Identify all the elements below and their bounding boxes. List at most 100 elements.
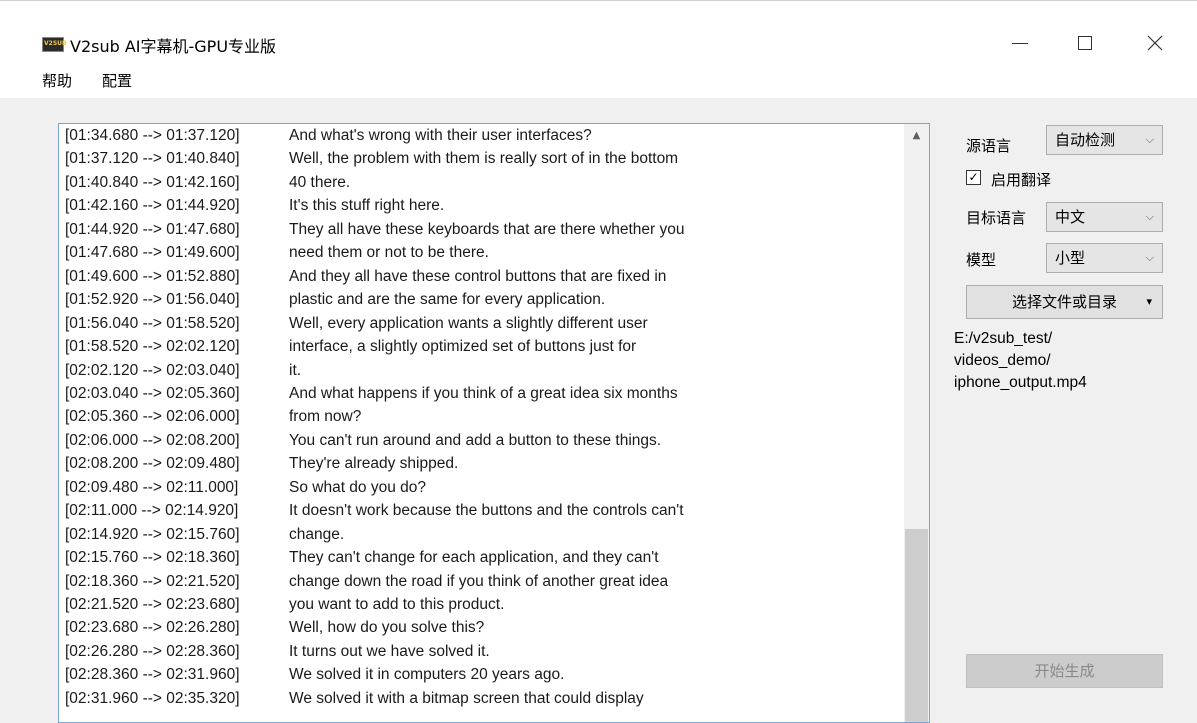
log-timestamp: [01:37.120 --> 01:40.840] — [65, 150, 240, 168]
log-line: [01:34.680 --> 01:37.120] And what's wron… — [65, 125, 592, 147]
log-timestamp: [01:44.920 --> 01:47.680] — [65, 220, 240, 238]
log-timestamp: [01:56.040 --> 01:58.520] — [65, 314, 240, 332]
log-text: And what happens if you think of a great… — [289, 384, 678, 402]
log-line: [01:44.920 --> 01:47.680] They all have t… — [65, 219, 685, 241]
log-line: [02:28.360 --> 02:31.960] We solved it in… — [65, 664, 564, 686]
log-text: Well, the problem with them is really so… — [289, 150, 679, 168]
menu-bar: 帮助 配置 — [0, 58, 1197, 98]
maximize-button[interactable] — [1055, 27, 1115, 59]
enable-translation-label[interactable]: 启用翻译 — [991, 169, 1051, 190]
log-text: It doesn't work because the buttons and … — [289, 502, 684, 520]
selected-path-line: iphone_output.mp4 — [954, 374, 1087, 391]
selected-path-line: videos_demo/ — [954, 352, 1051, 369]
log-line: [02:15.760 --> 02:18.360] They can't chan… — [65, 547, 659, 569]
log-timestamp: [02:15.760 --> 02:18.360] — [65, 549, 240, 567]
minimize-icon — [1012, 42, 1028, 44]
log-text: plastic and are the same for every appli… — [289, 291, 606, 309]
log-timestamp: [01:47.680 --> 01:49.600] — [65, 244, 240, 262]
enable-translation-checkbox[interactable]: ✓ — [966, 170, 981, 185]
model-label: 模型 — [966, 251, 997, 269]
log-text: change down the road if you think of ano… — [289, 572, 669, 590]
log-text: It's this stuff right here. — [289, 197, 445, 215]
target-language-label: 目标语言 — [966, 209, 1027, 227]
model-select[interactable]: 小型 ⌵ — [1046, 243, 1163, 273]
log-line: [02:06.000 --> 02:08.200] You can't run a… — [65, 430, 661, 452]
log-text: change. — [289, 525, 345, 543]
title-bar: V2SUB V2sub AI字幕机-GPU专业版 — [0, 0, 1197, 59]
log-line: [01:58.520 --> 02:02.120] interface, a sl… — [65, 336, 636, 358]
log-timestamp: [01:58.520 --> 02:02.120] — [65, 338, 240, 356]
start-generate-button[interactable]: 开始生成 — [966, 654, 1163, 688]
log-text: need them or not to be there. — [289, 244, 489, 262]
selected-path-line: E:/v2sub_test/ — [954, 330, 1053, 347]
log-line: [02:23.680 --> 02:26.280] Well, how do yo… — [65, 617, 484, 639]
log-timestamp: [02:02.120 --> 02:03.040] — [65, 361, 240, 379]
log-timestamp: [01:34.680 --> 01:37.120] — [65, 127, 240, 144]
scroll-thumb[interactable] — [905, 529, 928, 722]
log-line: [02:09.480 --> 02:11.000] So what do you … — [65, 477, 426, 499]
log-line: [02:21.520 --> 02:23.680] you want to add… — [65, 594, 504, 616]
log-line: [01:49.600 --> 01:52.880] And they all ha… — [65, 266, 666, 288]
menu-help[interactable]: 帮助 — [42, 70, 72, 91]
subtitle-log-panel[interactable]: [01:34.680 --> 01:37.120] And what's wron… — [58, 123, 930, 723]
select-file-button[interactable]: 选择文件或目录 ▾ — [966, 285, 1163, 319]
log-line: [02:14.920 --> 02:15.760] change. — [65, 524, 344, 546]
log-line: [02:26.280 --> 02:28.360] It turns out we… — [65, 641, 490, 663]
log-line: [01:42.160 --> 01:44.920] It's this stuff… — [65, 195, 444, 217]
log-text: it. — [289, 361, 302, 379]
log-text: They're already shipped. — [289, 455, 459, 473]
source-language-label: 源语言 — [966, 137, 1012, 155]
log-line: [02:18.360 --> 02:21.520] change down the… — [65, 571, 668, 593]
app-logo-icon: V2SUB — [42, 37, 67, 52]
log-line: [02:31.960 --> 02:35.320] We solved it wi… — [65, 688, 644, 710]
log-text: They can't change for each application, … — [289, 549, 659, 567]
log-timestamp: [02:14.920 --> 02:15.760] — [65, 525, 240, 543]
scroll-up-icon[interactable]: ▲ — [904, 124, 929, 146]
close-icon — [1147, 35, 1163, 51]
window-title: V2sub AI字幕机-GPU专业版 — [70, 37, 277, 56]
log-text: And what's wrong with their user interfa… — [289, 127, 592, 144]
maximize-icon — [1078, 36, 1092, 50]
log-timestamp: [02:11.000 --> 02:14.920] — [65, 502, 239, 520]
close-button[interactable] — [1125, 27, 1185, 59]
log-text: It turns out we have solved it. — [289, 642, 490, 660]
selected-path: E:/v2sub_test/ videos_demo/ iphone_outpu… — [954, 328, 1174, 394]
dropdown-arrow-icon: ▾ — [1146, 295, 1152, 308]
minimize-button[interactable] — [990, 27, 1050, 59]
model-value: 小型 — [1055, 249, 1086, 267]
log-timestamp: [02:26.280 --> 02:28.360] — [65, 642, 240, 660]
log-line: [01:40.840 --> 01:42.160] 40 there. — [65, 172, 350, 194]
log-timestamp: [02:06.000 --> 02:08.200] — [65, 431, 240, 449]
log-text: They all have these keyboards that are t… — [289, 220, 685, 238]
log-text: interface, a slightly optimized set of b… — [289, 338, 637, 356]
target-language-select[interactable]: 中文 ⌵ — [1046, 202, 1163, 232]
log-text: 40 there. — [289, 173, 351, 191]
log-timestamp: [02:05.360 --> 02:06.000] — [65, 408, 240, 426]
log-text: We solved it in computers 20 years ago. — [289, 666, 565, 684]
source-language-value: 自动检测 — [1055, 131, 1116, 149]
log-timestamp: [02:21.520 --> 02:23.680] — [65, 596, 240, 613]
log-line: [02:03.040 --> 02:05.360] And what happen… — [65, 383, 678, 405]
source-language-select[interactable]: 自动检测 ⌵ — [1046, 125, 1163, 155]
vertical-scrollbar[interactable]: ▲ — [904, 124, 929, 722]
log-line: [02:08.200 --> 02:09.480] They're already… — [65, 453, 458, 475]
select-file-label: 选择文件或目录 — [1011, 293, 1117, 311]
log-timestamp: [02:31.960 --> 02:35.320] — [65, 689, 240, 707]
log-timestamp: [02:03.040 --> 02:05.360] — [65, 384, 240, 402]
log-timestamp: [01:49.600 --> 01:52.880] — [65, 267, 240, 285]
log-text: And they all have these control buttons … — [289, 267, 667, 285]
log-text: We solved it with a bitmap screen that c… — [289, 689, 644, 707]
log-line: [01:47.680 --> 01:49.600] need them or no… — [65, 242, 489, 264]
log-timestamp: [02:09.480 --> 02:11.000] — [65, 478, 239, 496]
log-text: you want to add to this product. — [289, 596, 505, 613]
menu-config[interactable]: 配置 — [102, 70, 132, 91]
log-line: [01:56.040 --> 01:58.520] Well, every app… — [65, 313, 648, 335]
log-timestamp: [02:23.680 --> 02:26.280] — [65, 619, 240, 637]
log-timestamp: [01:52.920 --> 01:56.040] — [65, 291, 240, 309]
log-timestamp: [02:08.200 --> 02:09.480] — [65, 455, 240, 473]
log-text: You can't run around and add a button to… — [289, 431, 662, 449]
log-timestamp: [02:18.360 --> 02:21.520] — [65, 572, 240, 590]
log-text: So what do you do? — [289, 478, 427, 496]
log-line: [02:05.360 --> 02:06.000] from now? — [65, 406, 361, 428]
log-timestamp: [02:28.360 --> 02:31.960] — [65, 666, 240, 684]
